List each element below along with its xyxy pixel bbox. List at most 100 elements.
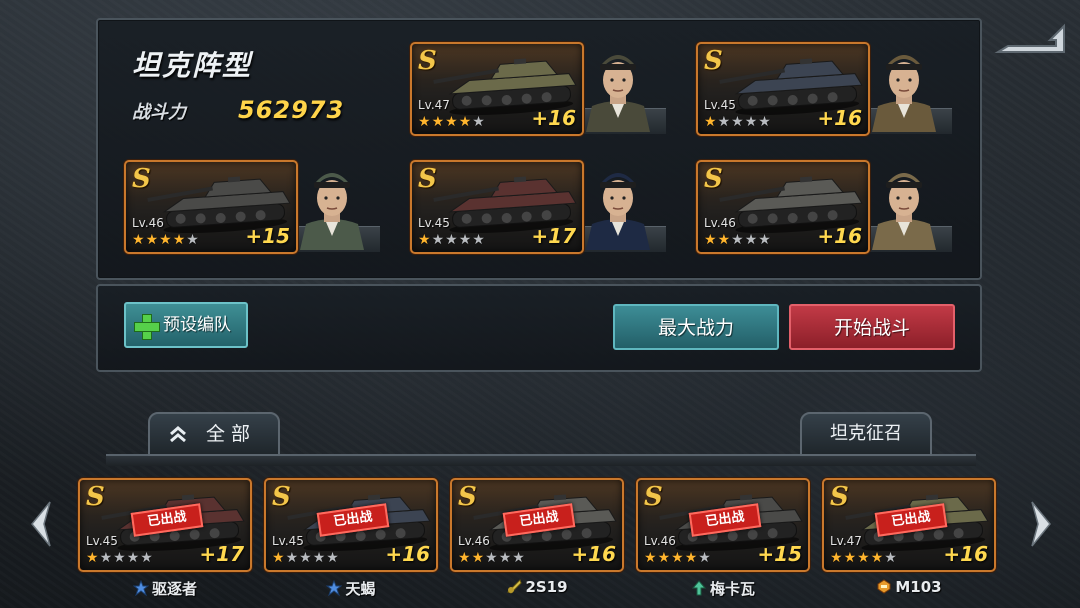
- tank-card[interactable]: S Lv.46 ★★★★★ +15: [124, 160, 298, 254]
- star-icon: ★: [717, 232, 732, 248]
- star-icon: ★: [445, 114, 459, 130]
- commander-portrait: [300, 173, 364, 250]
- formation-slot[interactable]: S Lv.45 ★★★★★ +17: [410, 160, 670, 256]
- double-chevron-up-icon: [170, 426, 186, 443]
- upgrade-bonus: +16: [943, 542, 988, 566]
- star-icon: ★: [113, 550, 127, 566]
- star-rating: ★★★★★: [86, 550, 154, 566]
- preset-formation-label: 预设编队: [163, 315, 231, 335]
- tank-level: Lv.45: [418, 216, 450, 230]
- star-icon: ★: [830, 550, 844, 566]
- roster-tank-card[interactable]: S 已出战 Lv.46 ★★★★★ +15: [636, 478, 810, 572]
- star-icon: ★: [86, 550, 100, 566]
- preset-formation-button[interactable]: 预设编队: [124, 302, 248, 348]
- tank-card[interactable]: S Lv.45 ★★★★★ +16: [696, 42, 870, 136]
- commander-portrait: [586, 173, 650, 250]
- star-icon: ★: [172, 232, 187, 248]
- scroll-left-arrow-icon[interactable]: [28, 498, 54, 550]
- star-icon: ★: [758, 232, 772, 248]
- back-arrow-icon[interactable]: [994, 22, 1070, 56]
- commander-portrait: [586, 55, 650, 132]
- star-icon: ★: [870, 550, 885, 566]
- tank-card[interactable]: S Lv.46 ★★★★★ +16: [696, 160, 870, 254]
- star-rating: ★★★★★: [830, 550, 898, 566]
- star-rating: ★★★★★: [704, 114, 772, 130]
- upgrade-bonus: +16: [817, 106, 862, 130]
- start-battle-button[interactable]: 开始战斗: [789, 304, 955, 350]
- star-icon: ★: [731, 114, 745, 130]
- upgrade-bonus: +16: [385, 542, 430, 566]
- star-rating: ★★★★★: [458, 550, 526, 566]
- combat-power-label: 战斗力: [132, 102, 186, 123]
- combat-power-value: 562973: [238, 96, 345, 124]
- roster-tank-card[interactable]: S 已出战 Lv.46 ★★★★★ +16: [450, 478, 624, 572]
- star-icon: ★: [472, 232, 486, 248]
- star-icon: ★: [326, 550, 340, 566]
- roster-tank-card[interactable]: S 已出战 Lv.45 ★★★★★ +17: [78, 478, 252, 572]
- tank-level: Lv.46: [458, 534, 490, 548]
- medium-tank-icon: [691, 580, 710, 598]
- star-rating: ★★★★★: [418, 232, 486, 248]
- star-icon: ★: [445, 232, 459, 248]
- tank-destroyer-icon: [132, 580, 152, 598]
- tank-level: Lv.45: [272, 534, 304, 548]
- star-icon: ★: [458, 550, 472, 566]
- formation-slot[interactable]: S Lv.46 ★★★★★ +16: [696, 160, 956, 256]
- roster-tank-card[interactable]: S 已出战 Lv.47 ★★★★★ +16: [822, 478, 996, 572]
- formation-slot[interactable]: S Lv.46 ★★★★★ +15: [124, 160, 384, 256]
- star-icon: ★: [418, 232, 432, 248]
- tank-card[interactable]: S Lv.45 ★★★★★ +17: [410, 160, 584, 254]
- roster-tank-name: 梅卡瓦: [636, 578, 810, 599]
- upgrade-bonus: +16: [571, 542, 616, 566]
- star-icon: ★: [884, 550, 898, 566]
- heavy-tank-icon: [876, 578, 895, 596]
- star-icon: ★: [758, 114, 772, 130]
- star-icon: ★: [431, 232, 446, 248]
- tab-all[interactable]: 全 部: [148, 412, 280, 456]
- tank-card[interactable]: S Lv.47 ★★★★★ +16: [410, 42, 584, 136]
- artillery-icon: [506, 578, 525, 596]
- star-rating: ★★★★★: [704, 232, 772, 248]
- star-icon: ★: [458, 114, 473, 130]
- roster-tank-card[interactable]: S 已出战 Lv.45 ★★★★★ +16: [264, 478, 438, 572]
- tank-level: Lv.47: [418, 98, 450, 112]
- roster-tank-name: 天蝎: [264, 578, 438, 599]
- roster-tank-name: 2S19: [450, 578, 624, 596]
- tank-level: Lv.45: [704, 98, 736, 112]
- star-icon: ★: [472, 114, 486, 130]
- roster-tank-name: 驱逐者: [78, 578, 252, 599]
- star-icon: ★: [126, 550, 141, 566]
- star-icon: ★: [704, 232, 718, 248]
- roster-tank-name: M103: [822, 578, 996, 596]
- star-icon: ★: [299, 550, 313, 566]
- star-icon: ★: [132, 232, 146, 248]
- star-icon: ★: [145, 232, 160, 248]
- commander-portrait: [872, 173, 936, 250]
- formation-slot[interactable]: S Lv.45 ★★★★★ +16: [696, 42, 956, 138]
- max-power-button[interactable]: 最大战力: [613, 304, 779, 350]
- star-icon: ★: [159, 232, 173, 248]
- scroll-right-arrow-icon[interactable]: [1028, 498, 1054, 550]
- formation-slot[interactable]: S Lv.47 ★★★★★ +16: [410, 42, 670, 138]
- star-icon: ★: [285, 550, 300, 566]
- star-icon: ★: [717, 114, 732, 130]
- tank-name-label: 梅卡瓦: [709, 580, 755, 598]
- tank-destroyer-icon: [326, 580, 345, 598]
- upgrade-bonus: +16: [817, 224, 862, 248]
- tab-tank-recruit[interactable]: 坦克征召: [800, 412, 932, 456]
- star-icon: ★: [671, 550, 685, 566]
- star-icon: ★: [843, 550, 858, 566]
- star-icon: ★: [471, 550, 486, 566]
- upgrade-bonus: +17: [531, 224, 576, 248]
- tank-level: Lv.46: [132, 216, 164, 230]
- star-icon: ★: [857, 550, 871, 566]
- tank-level: Lv.47: [830, 534, 862, 548]
- tank-name-label: M103: [895, 578, 942, 596]
- star-icon: ★: [684, 550, 699, 566]
- tank-level: Lv.46: [704, 216, 736, 230]
- tab-all-label: 全 部: [205, 423, 251, 445]
- tank-name-label: 驱逐者: [151, 580, 197, 598]
- star-icon: ★: [512, 550, 526, 566]
- upgrade-bonus: +15: [245, 224, 290, 248]
- star-icon: ★: [312, 550, 327, 566]
